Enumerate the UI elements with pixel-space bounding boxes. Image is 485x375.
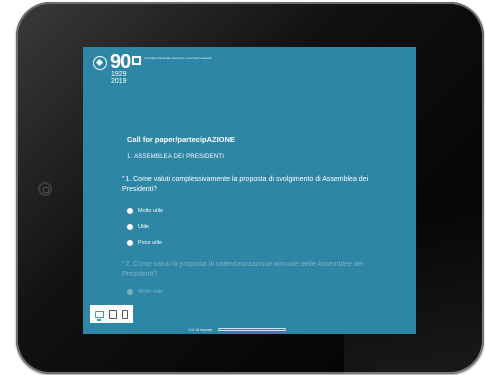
option-molto-utile[interactable]: Molto utile <box>127 203 407 219</box>
radio-button[interactable] <box>127 289 133 295</box>
survey-content: Call for paper/partecipAZIONE 1. ASSEMBL… <box>122 135 407 300</box>
radio-button[interactable] <box>127 224 133 230</box>
progress-bar <box>218 328 287 331</box>
home-button[interactable] <box>38 182 52 196</box>
logo-years: 1929 2019 <box>111 71 127 85</box>
option-label: Molto utile <box>138 289 164 295</box>
desktop-icon[interactable] <box>95 310 105 321</box>
survey-title: Call for paper/partecipAZIONE <box>127 135 235 144</box>
question-1: *1. Come valuti complessivamente la prop… <box>122 175 397 194</box>
logo-number: 90 <box>110 51 131 73</box>
option-poco-utile[interactable]: Poco utile <box>127 235 407 251</box>
question-2: *2. Come valuti la proposta di calendari… <box>122 260 397 279</box>
option-label: Utile <box>138 224 150 230</box>
tablet-icon[interactable] <box>108 309 117 319</box>
option-label: Poco utile <box>138 240 163 246</box>
radio-button[interactable] <box>127 240 133 246</box>
logo-square-icon <box>132 56 142 65</box>
progress-text: 0 di 18 risposte <box>188 327 213 332</box>
option-label: Molto utile <box>138 208 164 214</box>
organization-name: Consiglio Nazionale Geometri e Geometri … <box>144 56 212 60</box>
question-2-text: 2. Come valuti la proposta di calendariz… <box>122 261 364 278</box>
section-title: 1. ASSEMBLEA DEI PRESIDENTI <box>127 154 225 160</box>
emblem-icon <box>93 56 107 70</box>
phone-icon[interactable] <box>121 309 128 319</box>
option-utile[interactable]: Utile <box>127 219 407 235</box>
tablet-frame: 90 Consiglio Nazionale Geometri e Geomet… <box>16 2 484 374</box>
question-1-options: Molto utile Utile Poco utile <box>127 203 407 251</box>
progress-footer: 0 di 18 risposte <box>83 325 416 334</box>
option-molto-utile-q2[interactable]: Molto utile <box>127 284 407 300</box>
anniversary-logo: 90 Consiglio Nazionale Geometri e Geomet… <box>93 51 214 85</box>
device-preview-switcher <box>90 305 133 323</box>
radio-button[interactable] <box>127 208 133 214</box>
required-marker: * <box>122 176 125 182</box>
required-marker: * <box>122 261 125 267</box>
question-1-text: 1. Come valuti complessivamente la propo… <box>122 176 369 193</box>
survey-screen: 90 Consiglio Nazionale Geometri e Geomet… <box>83 47 416 334</box>
